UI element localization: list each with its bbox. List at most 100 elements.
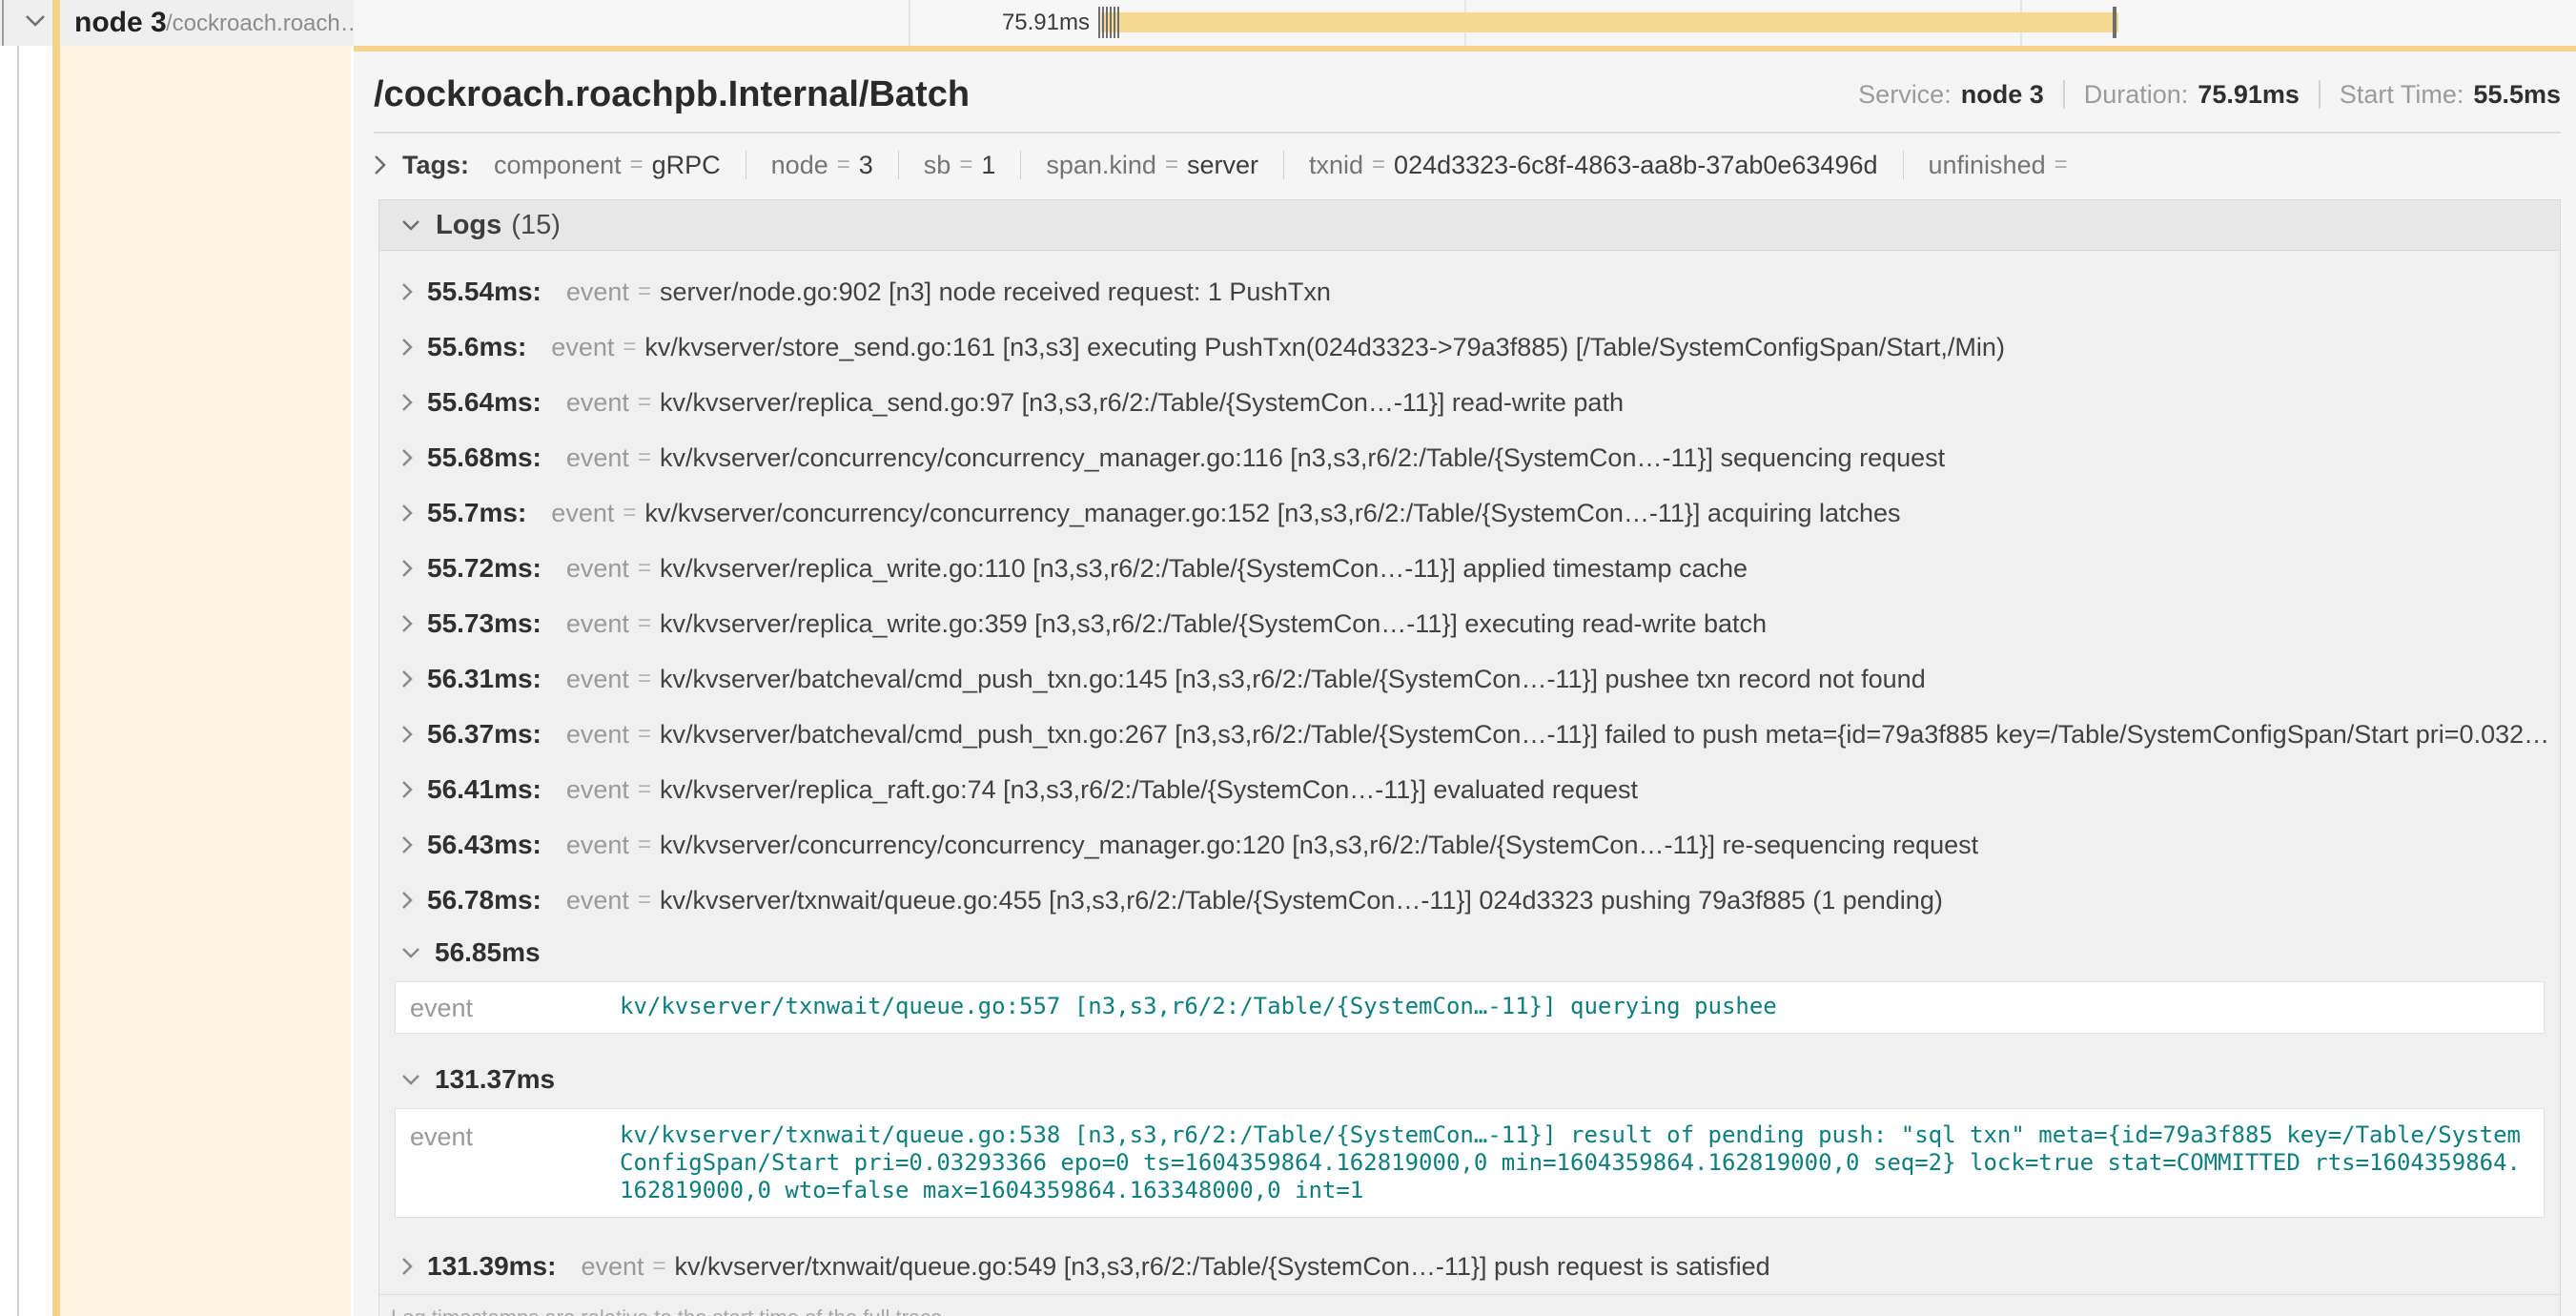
log-entry-row-expanded[interactable]: 131.37ms: [379, 1055, 2560, 1104]
chevron-down-icon[interactable]: [401, 219, 420, 232]
log-field-key: event: [566, 554, 629, 584]
chevron-right-icon[interactable]: [401, 393, 413, 412]
chevron-right-icon[interactable]: [374, 154, 387, 175]
span-duration-bar[interactable]: [1101, 12, 2118, 32]
chevron-right-icon[interactable]: [401, 448, 413, 467]
chevron-right-icon[interactable]: [401, 669, 413, 689]
log-timestamp: 56.43ms:: [427, 830, 542, 860]
log-field-value: kv/kvserver/batcheval/cmd_push_txn.go:14…: [660, 665, 1926, 694]
equals-sign: =: [638, 776, 651, 803]
equals-sign: =: [638, 887, 651, 914]
log-entry-row[interactable]: 56.41ms: event = kv/kvserver/replica_raf…: [379, 762, 2560, 817]
chevron-right-icon[interactable]: [401, 725, 413, 744]
service-color-accent: [52, 0, 60, 46]
log-detail-panel: event kv/kvserver/txnwait/queue.go:557 […: [395, 981, 2545, 1034]
tag-key: component: [494, 151, 622, 180]
chevron-down-icon[interactable]: [401, 947, 420, 959]
tag-item: component = gRPC: [494, 151, 721, 180]
divider: [2063, 80, 2065, 109]
tag-key: unfinished: [1929, 151, 2046, 180]
log-timestamp: 56.78ms:: [427, 885, 542, 915]
selected-span-left-column: [60, 46, 351, 1316]
log-field-key: event: [566, 831, 629, 860]
log-field-key: event: [551, 499, 614, 528]
log-tick-mark: [1102, 7, 1104, 38]
log-entry-row[interactable]: 56.31ms: event = kv/kvserver/batcheval/c…: [379, 651, 2560, 707]
equals-sign: =: [638, 666, 651, 692]
equals-sign: =: [630, 152, 644, 178]
log-timestamp: 55.72ms:: [427, 553, 542, 584]
chevron-right-icon[interactable]: [401, 282, 413, 301]
log-field-key: event: [566, 278, 629, 307]
equals-sign: =: [638, 832, 651, 858]
log-field-value: kv/kvserver/concurrency/concurrency_mana…: [660, 831, 1978, 860]
log-field-value: kv/kvserver/store_send.go:161 [n3,s3] ex…: [644, 333, 2005, 362]
tag-value: 024d3323-6c8f-4863-aa8b-37ab0e63496d: [1394, 151, 1877, 180]
tags-accordion[interactable]: Tags: component = gRPC node = 3 sb = 1 s…: [374, 143, 2561, 187]
log-tick-mark: [1098, 7, 1100, 38]
indent-guide: [17, 46, 19, 1316]
logs-footer-note: Log timestamps are relative to the start…: [379, 1294, 2560, 1316]
equals-sign: =: [653, 1253, 666, 1280]
log-entry-row[interactable]: 131.39ms: event = kv/kvserver/txnwait/qu…: [379, 1239, 2560, 1294]
span-timeline[interactable]: 75.91ms: [354, 0, 2576, 46]
chevron-right-icon[interactable]: [401, 559, 413, 578]
equals-sign: =: [1165, 152, 1178, 178]
chevron-right-icon[interactable]: [401, 891, 413, 910]
chevron-right-icon[interactable]: [401, 780, 413, 799]
chevron-right-icon[interactable]: [401, 338, 413, 357]
log-field-key: event: [566, 775, 629, 805]
log-entry-row[interactable]: 55.73ms: event = kv/kvserver/replica_wri…: [379, 596, 2560, 651]
log-field-value: kv/kvserver/txnwait/queue.go:538 [n3,s3,…: [620, 1121, 2525, 1204]
log-tick-mark: [1114, 7, 1115, 38]
log-field-value: kv/kvserver/concurrency/concurrency_mana…: [660, 443, 1945, 473]
service-label: Service:: [1858, 80, 1952, 110]
log-timestamp: 56.85ms: [435, 937, 541, 968]
divider: [898, 151, 899, 179]
tag-item: txnid = 024d3323-6c8f-4863-aa8b-37ab0e63…: [1309, 151, 1878, 180]
log-field-value: kv/kvserver/replica_send.go:97 [n3,s3,r6…: [660, 388, 1624, 418]
log-entry-row[interactable]: 55.68ms: event = kv/kvserver/concurrency…: [379, 430, 2560, 485]
chevron-right-icon[interactable]: [401, 504, 413, 523]
chevron-right-icon[interactable]: [401, 614, 413, 633]
tag-value: 3: [859, 151, 873, 180]
equals-sign: =: [638, 389, 651, 416]
log-timestamp: 55.7ms:: [427, 498, 526, 528]
log-entry-row[interactable]: 55.72ms: event = kv/kvserver/replica_wri…: [379, 541, 2560, 596]
chevron-right-icon[interactable]: [401, 1257, 413, 1276]
chevron-right-icon[interactable]: [401, 835, 413, 854]
log-field-value: kv/kvserver/replica_raft.go:74 [n3,s3,r6…: [660, 775, 1638, 805]
log-entry-row[interactable]: 55.64ms: event = kv/kvserver/replica_sen…: [379, 375, 2560, 430]
equals-sign: =: [623, 500, 636, 526]
equals-sign: =: [638, 555, 651, 582]
log-field-key: event: [566, 886, 629, 915]
log-entry-row[interactable]: 56.37ms: event = kv/kvserver/batcheval/c…: [379, 707, 2560, 762]
log-timestamp: 56.37ms:: [427, 719, 542, 750]
log-entry-row-expanded[interactable]: 56.85ms: [379, 928, 2560, 977]
service-color-accent: [52, 46, 60, 1316]
span-row[interactable]: node 3 /cockroach.roach… 75.91ms: [0, 0, 2576, 46]
log-entry-row[interactable]: 55.6ms: event = kv/kvserver/store_send.g…: [379, 319, 2560, 375]
equals-sign: =: [638, 444, 651, 471]
log-tick-mark: [1106, 7, 1108, 38]
equals-sign: =: [623, 334, 636, 360]
log-entry-row[interactable]: 55.7ms: event = kv/kvserver/concurrency/…: [379, 485, 2560, 541]
log-field-key: event: [410, 993, 620, 1022]
equals-sign: =: [638, 610, 651, 637]
log-timestamp: 56.41ms:: [427, 774, 542, 805]
log-field-value: kv/kvserver/txnwait/queue.go:557 [n3,s3,…: [620, 993, 1777, 1022]
log-timestamp: 55.6ms:: [427, 332, 526, 362]
log-entry-row[interactable]: 55.54ms: event = server/node.go:902 [n3]…: [379, 264, 2560, 319]
log-entry-row[interactable]: 56.43ms: event = kv/kvserver/concurrency…: [379, 817, 2560, 873]
log-timestamp: 131.37ms: [435, 1064, 555, 1095]
log-tick-mark: [1117, 7, 1119, 38]
log-field-value: kv/kvserver/txnwait/queue.go:549 [n3,s3,…: [675, 1252, 1770, 1282]
chevron-down-icon[interactable]: [401, 1074, 420, 1086]
logs-accordion-header[interactable]: Logs (15): [379, 200, 2560, 251]
service-value: node 3: [1961, 80, 2044, 110]
log-field-key: event: [566, 388, 629, 418]
chevron-down-icon[interactable]: [25, 14, 46, 28]
span-duration-label: 75.91ms: [1002, 0, 1090, 46]
log-entry-row[interactable]: 56.78ms: event = kv/kvserver/txnwait/que…: [379, 873, 2560, 928]
span-name-column[interactable]: node 3 /cockroach.roach…: [0, 0, 354, 46]
